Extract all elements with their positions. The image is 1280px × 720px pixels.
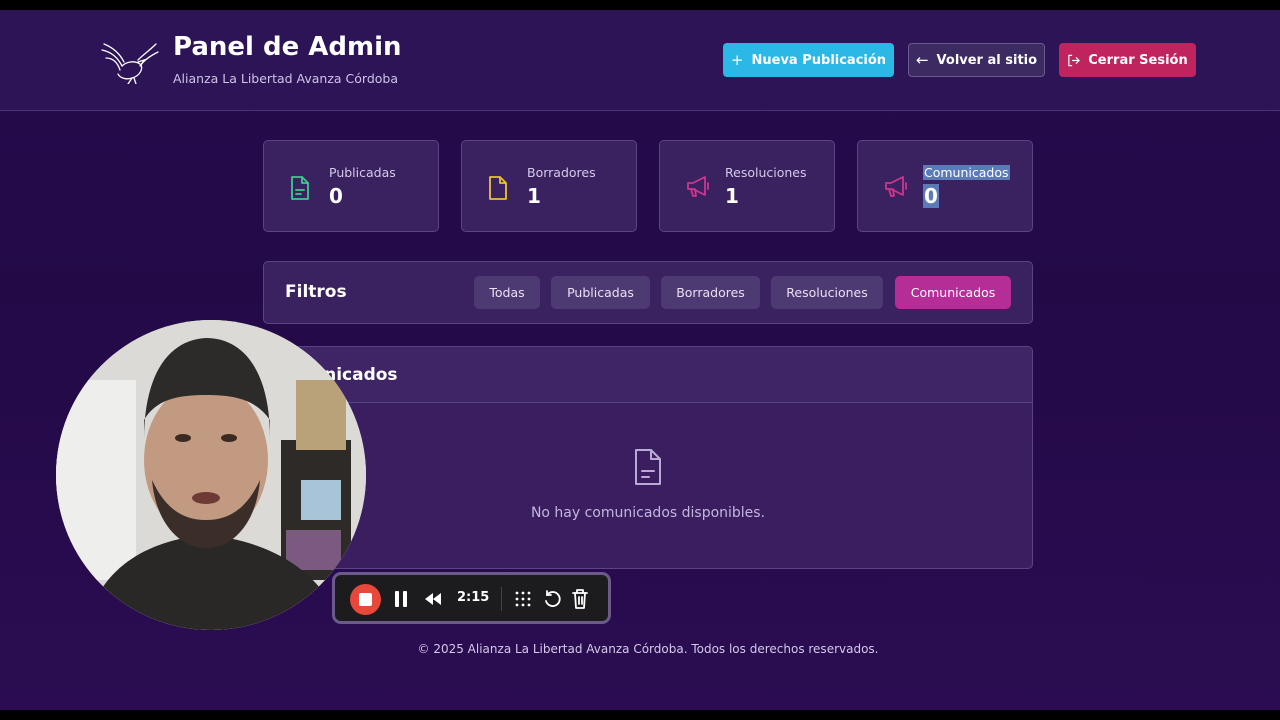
webcam-video-frame xyxy=(56,320,366,630)
panel-header: unicados xyxy=(264,347,1032,403)
back-label: Volver al sitio xyxy=(936,52,1038,68)
logout-button[interactable]: Cerrar Sesión xyxy=(1059,43,1196,77)
filters-title: Filtros xyxy=(285,282,347,302)
megaphone-icon xyxy=(885,176,907,197)
stat-card-comunicados: Comunicados 0 xyxy=(857,140,1033,232)
trash-icon[interactable] xyxy=(571,587,589,611)
filter-borradores-button[interactable]: Borradores xyxy=(661,276,760,309)
app-viewport: Panel de Admin Alianza La Libertad Avanz… xyxy=(0,10,1280,710)
recorder-toolbar: 2:15 xyxy=(332,572,611,624)
rewind-icon[interactable] xyxy=(423,587,443,611)
stat-card-resoluciones: Resoluciones 1 xyxy=(659,140,835,232)
stat-label: Comunicados xyxy=(923,165,1010,180)
document-icon xyxy=(291,176,309,200)
selected-text: Comunicados xyxy=(923,165,1010,180)
plus-icon: + xyxy=(730,50,744,69)
page-title: Panel de Admin xyxy=(173,32,402,62)
content-panel: unicados No hay comunicados disponibles. xyxy=(263,346,1033,569)
stat-value: 1 xyxy=(725,184,739,208)
stat-value: 0 xyxy=(923,184,939,208)
stat-label: Borradores xyxy=(527,165,596,180)
new-post-button[interactable]: + Nueva Publicación xyxy=(723,43,894,77)
stat-card-borradores: Borradores 1 xyxy=(461,140,637,232)
filter-todas-button[interactable]: Todas xyxy=(474,276,540,309)
eagle-logo-icon xyxy=(101,43,159,84)
filter-publicadas-button[interactable]: Publicadas xyxy=(551,276,650,309)
page-subtitle: Alianza La Libertad Avanza Córdoba xyxy=(173,71,399,86)
recording-timer: 2:15 xyxy=(457,590,490,605)
file-icon xyxy=(489,176,507,200)
top-header: Panel de Admin Alianza La Libertad Avanz… xyxy=(0,10,1280,111)
stat-label: Resoluciones xyxy=(725,165,807,180)
webcam-bubble[interactable] xyxy=(56,320,366,630)
filters-bar: Filtros Todas Publicadas Borradores Reso… xyxy=(263,261,1033,324)
back-to-site-button[interactable]: ← Volver al sitio xyxy=(908,43,1045,77)
arrow-left-icon: ← xyxy=(915,50,929,69)
restart-icon[interactable] xyxy=(543,587,561,611)
toolbar-divider xyxy=(501,587,502,611)
logout-icon xyxy=(1068,54,1080,66)
stat-card-publicadas: Publicadas 0 xyxy=(263,140,439,232)
new-post-label: Nueva Publicación xyxy=(751,52,887,68)
stat-value: 0 xyxy=(329,184,343,208)
footer-copyright: © 2025 Alianza La Libertad Avanza Córdob… xyxy=(417,642,879,656)
filter-resoluciones-button[interactable]: Resoluciones xyxy=(771,276,883,309)
selected-text: 0 xyxy=(923,184,939,208)
grid-dots-icon[interactable] xyxy=(514,587,532,611)
filter-comunicados-button[interactable]: Comunicados xyxy=(895,276,1011,309)
logout-label: Cerrar Sesión xyxy=(1088,52,1188,68)
stat-value: 1 xyxy=(527,184,541,208)
empty-state-message: No hay comunicados disponibles. xyxy=(530,505,766,521)
stop-recording-button[interactable] xyxy=(350,584,381,615)
pause-icon[interactable] xyxy=(393,587,409,611)
document-icon xyxy=(635,449,661,485)
megaphone-icon xyxy=(687,176,709,197)
stat-label: Publicadas xyxy=(329,165,396,180)
